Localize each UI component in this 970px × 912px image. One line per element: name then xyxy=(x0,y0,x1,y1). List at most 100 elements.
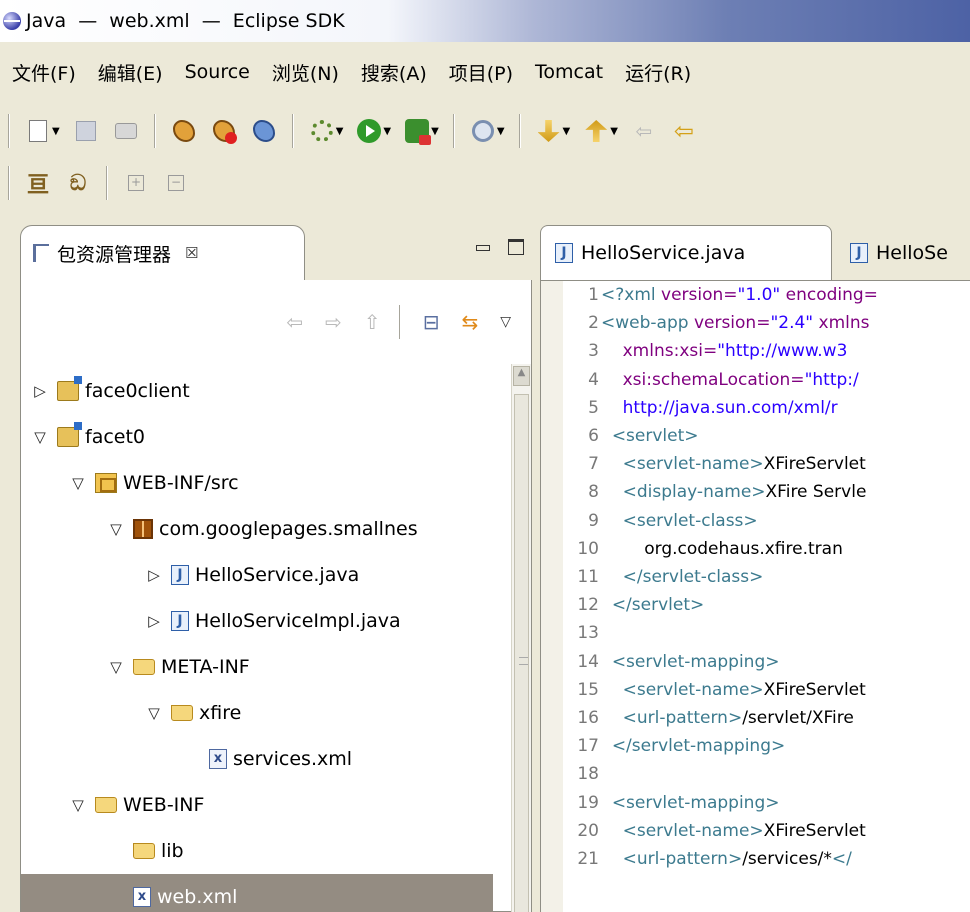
tree-item[interactable]: ▷lib xyxy=(21,828,493,874)
tree-item[interactable]: ▽ facet0 xyxy=(21,414,493,460)
code-token: <servlet-mapping> xyxy=(611,651,780,672)
minimize-view-icon[interactable] xyxy=(476,245,490,251)
expand-all-button[interactable]: + xyxy=(123,170,149,196)
open-resource-button[interactable]: ඞ xyxy=(65,170,91,196)
editor-tab-label: HelloService.java xyxy=(581,242,746,264)
search-button[interactable] xyxy=(470,118,496,144)
collapse-all-button[interactable]: − xyxy=(163,170,189,196)
tree-item[interactable]: ▷ face0client xyxy=(21,368,493,414)
tree-item-label: services.xml xyxy=(233,748,353,770)
expanded-twisty-icon[interactable]: ▽ xyxy=(105,520,127,538)
tree-item-label: HelloServiceImpl.java xyxy=(195,610,401,632)
menu-search[interactable]: 搜索(A) xyxy=(361,59,427,86)
new-dropdown-icon[interactable]: ▼ xyxy=(52,126,60,137)
code-text[interactable]: <?xml version="1.0" encoding= <web-app ve… xyxy=(601,281,970,912)
editor-tab-helloserviceimpl[interactable]: J HelloSe xyxy=(836,225,970,280)
close-icon[interactable]: ☒ xyxy=(185,244,198,262)
tomcat-start-button[interactable] xyxy=(171,118,197,144)
code-line: <url-pattern>/servlet/XFire xyxy=(601,706,854,730)
secondary-toolbar: 亘 ඞ + − xyxy=(0,160,970,206)
expanded-twisty-icon[interactable]: ▽ xyxy=(67,796,89,814)
debug-button[interactable] xyxy=(309,118,335,144)
title-bar[interactable]: Java — web.xml — Eclipse SDK xyxy=(0,0,970,42)
new-wizard-button[interactable] xyxy=(25,118,51,144)
view-menu-chevron-down-icon[interactable]: ▽ xyxy=(500,314,511,330)
tomcat-stop-button[interactable] xyxy=(211,118,237,144)
line-number: 1 xyxy=(588,285,599,305)
tree-item[interactable]: ▷ J HelloService.java xyxy=(21,552,493,598)
editor-tab-helloservice[interactable]: J HelloService.java xyxy=(540,225,832,280)
menu-source[interactable]: Source xyxy=(185,61,250,83)
menu-run[interactable]: 运行(R) xyxy=(625,59,691,86)
run-dropdown-icon[interactable]: ▼ xyxy=(383,126,391,137)
java-file-icon: J xyxy=(555,243,573,263)
link-with-editor-icon[interactable]: ⇆ xyxy=(461,310,478,334)
open-type-button[interactable]: 亘 xyxy=(25,170,51,198)
run-button[interactable] xyxy=(356,118,382,144)
package-explorer-tab[interactable]: 包资源管理器 ☒ xyxy=(20,225,305,280)
collapsed-twisty-icon[interactable]: ▷ xyxy=(143,612,165,630)
collapse-all-icon[interactable]: ⊟ xyxy=(423,310,440,334)
tree-item[interactable]: ▽ META-INF xyxy=(21,644,493,690)
expanded-twisty-icon[interactable]: ▽ xyxy=(29,428,51,446)
back-button[interactable]: ⇦ xyxy=(631,118,657,144)
previous-annotation-button[interactable] xyxy=(583,118,609,144)
previous-annotation-dropdown-icon[interactable]: ▼ xyxy=(610,126,618,137)
menu-edit[interactable]: 编辑(E) xyxy=(98,59,163,86)
line-number: 17 xyxy=(577,736,599,757)
code-token: </servlet-class> xyxy=(622,567,764,587)
expanded-twisty-icon[interactable]: ▽ xyxy=(67,474,89,492)
tree-item[interactable]: ▽ com.googlepages.smallnes xyxy=(21,506,493,552)
debug-dropdown-icon[interactable]: ▼ xyxy=(336,126,344,137)
tree-item[interactable]: ▷ J HelloServiceImpl.java xyxy=(21,598,493,644)
code-line: <web-app version="2.4" xmlns xyxy=(601,311,870,335)
external-tools-button[interactable] xyxy=(404,118,432,145)
menu-project[interactable]: 项目(P) xyxy=(449,59,513,86)
menu-navigate[interactable]: 浏览(N) xyxy=(272,59,339,86)
tree-item[interactable]: ▷xservices.xml xyxy=(21,736,493,782)
tomcat-restart-button[interactable] xyxy=(251,118,277,144)
tree-scrollbar[interactable]: ▲ xyxy=(511,364,531,912)
expanded-twisty-icon[interactable]: ▽ xyxy=(143,704,165,722)
next-annotation-dropdown-icon[interactable]: ▼ xyxy=(563,126,571,137)
save-icon xyxy=(75,121,96,141)
editor-tabbar: J HelloService.java J HelloSe xyxy=(540,225,970,280)
tree-item[interactable]: ▷xweb.xml xyxy=(21,874,493,912)
tree-item[interactable]: ▽ xfire xyxy=(21,690,493,736)
xml-editor[interactable]: 1 2 3 4 5 6 7 8 9 10 11 12 13 14 15 16 17 18 19 20 21 <?xml … xyxy=(540,280,970,912)
code-token: <display-name> xyxy=(622,482,766,503)
expanded-twisty-icon[interactable]: ▽ xyxy=(105,658,127,676)
scrollbar-grip xyxy=(519,657,528,665)
collapsed-twisty-icon[interactable]: ▷ xyxy=(29,382,51,400)
tree-item[interactable]: ▽ WEB-INF/src xyxy=(21,460,493,506)
tree-item-label: web.xml xyxy=(157,886,238,908)
menu-file[interactable]: 文件(F) xyxy=(12,59,76,86)
up-icon[interactable]: ⇧ xyxy=(364,310,381,334)
collapsed-twisty-icon[interactable]: ▷ xyxy=(143,566,165,584)
save-button[interactable] xyxy=(73,118,99,144)
search-dropdown-icon[interactable]: ▼ xyxy=(497,126,505,137)
menu-tomcat[interactable]: Tomcat xyxy=(535,61,603,83)
external-tools-dropdown-icon[interactable]: ▼ xyxy=(431,126,439,137)
print-button[interactable] xyxy=(113,118,139,144)
tree-item[interactable]: ▽ WEB-INF xyxy=(21,782,493,828)
toolbar-separator xyxy=(153,114,156,148)
toolbar-separator xyxy=(452,114,455,148)
folder-icon xyxy=(95,797,117,813)
scroll-up-arrow-icon[interactable]: ▲ xyxy=(513,366,530,386)
forward-icon[interactable]: ⇨ xyxy=(325,310,342,334)
code-token: <servlet> xyxy=(611,426,699,446)
tomcat-start-icon xyxy=(172,120,195,142)
scrollbar-thumb[interactable] xyxy=(514,394,529,912)
eclipse-app-icon xyxy=(3,12,21,30)
forward-button[interactable]: ⇦ xyxy=(671,117,697,145)
next-annotation-button[interactable] xyxy=(536,118,562,144)
maximize-view-icon[interactable] xyxy=(508,239,524,255)
annotation-ruler xyxy=(541,281,563,912)
back-icon[interactable]: ⇦ xyxy=(286,310,303,334)
